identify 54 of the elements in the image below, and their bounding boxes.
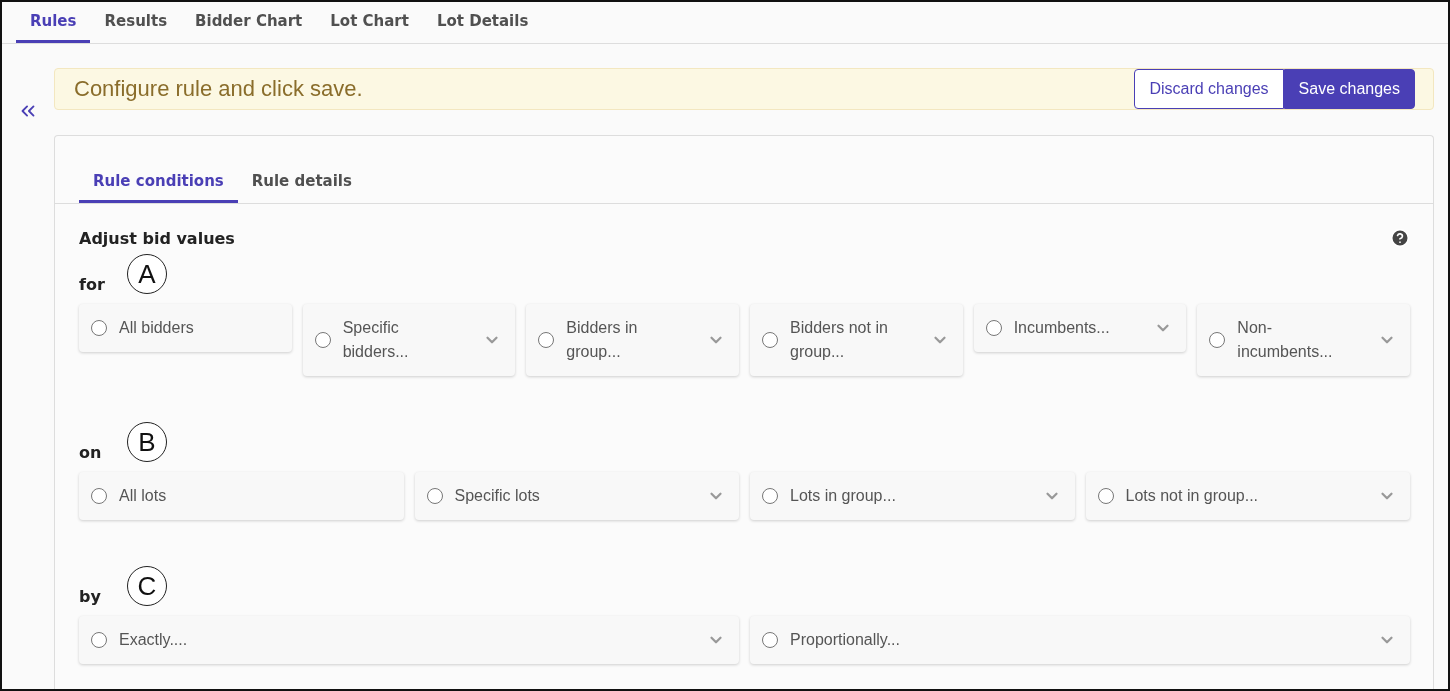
option-label: Specific lots <box>454 486 541 506</box>
radio-button[interactable] <box>426 488 443 504</box>
option-card[interactable]: All lots <box>79 472 404 520</box>
radio-button[interactable] <box>1097 488 1114 504</box>
option-card[interactable]: Specific lots <box>414 472 739 520</box>
option-card[interactable]: Specific bidders... <box>302 304 516 376</box>
option-card[interactable]: All bidders <box>79 304 292 352</box>
nav-tab[interactable]: Rules <box>16 2 91 43</box>
option-label: Non-incumbents... <box>1237 318 1334 362</box>
option-card[interactable]: Lots in group... <box>750 472 1075 520</box>
nav-tab[interactable]: Lot Details <box>422 2 543 43</box>
option-card[interactable]: Proportionally... <box>750 616 1410 664</box>
radio-button[interactable] <box>762 632 778 648</box>
option-card[interactable]: Bidders in group... <box>526 304 739 376</box>
option-label: Lots in group... <box>790 486 897 506</box>
radio-button[interactable] <box>1209 332 1226 348</box>
radio-button[interactable] <box>91 320 107 336</box>
radio-button[interactable] <box>538 332 555 348</box>
radio-button[interactable] <box>762 488 778 504</box>
radio-button[interactable] <box>91 488 107 504</box>
option-label: Proportionally... <box>790 630 901 650</box>
option-card[interactable]: Lots not in group... <box>1085 472 1410 520</box>
condition-label: by <box>79 587 102 606</box>
card-tab[interactable]: Rule details <box>237 166 366 203</box>
help-icon[interactable] <box>1390 228 1410 248</box>
option-label: Exactly.... <box>119 630 189 650</box>
section-heading: Adjust bid values <box>79 228 235 248</box>
card-tab[interactable]: Rule conditions <box>79 166 238 203</box>
option-label: Specific bidders... <box>342 318 410 362</box>
option-card[interactable]: Non-incumbents... <box>1197 304 1410 376</box>
radio-button[interactable] <box>91 632 107 648</box>
option-label: Incumbents... <box>1013 318 1111 338</box>
nav-tab[interactable]: Bidder Chart <box>181 2 317 43</box>
option-card[interactable]: Exactly.... <box>79 616 739 664</box>
option-label: Bidders not in group... <box>790 318 889 362</box>
circled-letter: B <box>127 422 167 462</box>
nav-tab[interactable]: Lot Chart <box>316 2 423 43</box>
discard-button[interactable]: Discard changes <box>1134 69 1284 109</box>
radio-button[interactable] <box>985 320 1002 336</box>
banner-message: Configure rule and click save. <box>74 76 363 102</box>
option-card[interactable]: Incumbents... <box>973 304 1187 352</box>
nav-tab[interactable]: Results <box>90 2 182 43</box>
condition-label: for <box>79 275 106 294</box>
save-button[interactable]: Save changes <box>1283 69 1415 109</box>
option-label: Bidders in group... <box>566 318 639 362</box>
condition-label: on <box>79 443 103 462</box>
radio-button[interactable] <box>314 332 331 348</box>
option-label: Lots not in group... <box>1125 486 1260 506</box>
option-card[interactable]: Bidders not in group... <box>750 304 963 376</box>
circled-letter: A <box>127 254 167 294</box>
circled-letter: C <box>127 566 167 606</box>
radio-button[interactable] <box>762 332 778 348</box>
option-label: All lots <box>119 486 168 506</box>
option-label: All bidders <box>119 318 195 338</box>
